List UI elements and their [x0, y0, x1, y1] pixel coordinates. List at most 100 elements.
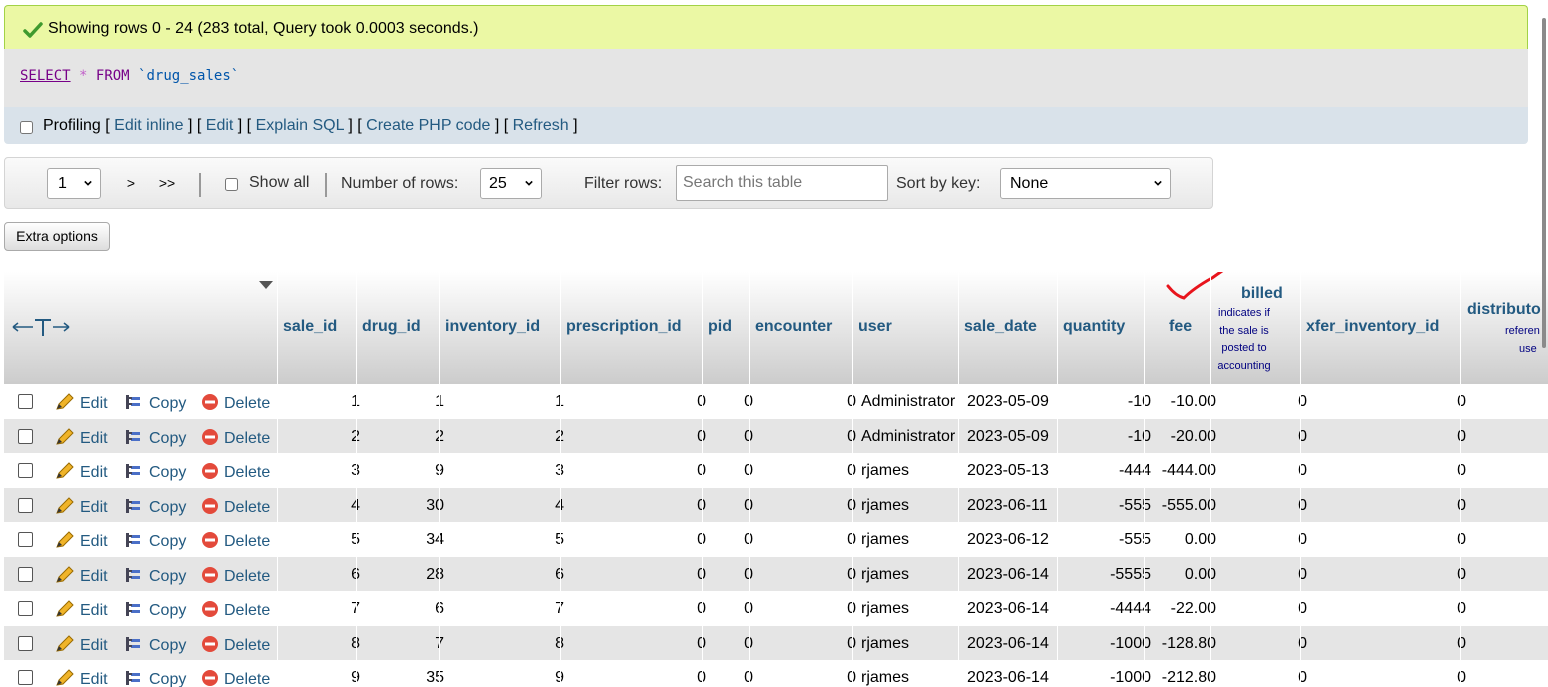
edit-link[interactable]: Edit — [206, 117, 234, 134]
header-drug-id[interactable]: drug_id — [356, 272, 439, 384]
delete-row-button[interactable]: Delete — [201, 566, 270, 586]
cell-sale-date[interactable]: 2023-06-14 — [967, 600, 1049, 618]
header-encounter[interactable]: encounter — [749, 272, 852, 384]
cell-xfer[interactable]: 0 — [1457, 566, 1466, 584]
cell-sale-date[interactable]: 2023-06-11 — [967, 497, 1048, 515]
cell-xfer[interactable]: 0 — [1457, 635, 1466, 653]
delete-row-button[interactable]: Delete — [201, 497, 270, 517]
row-checkbox[interactable] — [18, 601, 33, 616]
column-menu-triangle-icon[interactable] — [258, 280, 274, 290]
scrollbar[interactable] — [1538, 0, 1548, 687]
sql-select-keyword[interactable]: SELECT — [20, 68, 71, 84]
edit-row-button[interactable]: Edit — [55, 393, 108, 413]
edit-row-button[interactable]: Edit — [55, 669, 108, 687]
sql-query[interactable]: SELECT * FROM `drug_sales` — [20, 68, 239, 84]
cell-xfer[interactable]: 0 — [1457, 531, 1466, 549]
copy-row-button[interactable]: Copy — [124, 635, 186, 655]
cell-sale-date[interactable]: 2023-05-09 — [967, 393, 1049, 411]
cell-user[interactable]: rjames — [861, 462, 909, 480]
cell-user[interactable]: rjames — [861, 635, 909, 653]
edit-row-button[interactable]: Edit — [55, 496, 108, 517]
delete-row-button[interactable]: Delete — [201, 635, 270, 655]
cell-quantity[interactable]: -555 — [1119, 531, 1151, 549]
cell-xfer[interactable]: 0 — [1457, 497, 1466, 515]
delete-row-button[interactable]: Delete — [201, 531, 270, 551]
page-select[interactable]: 1 — [47, 168, 101, 199]
copy-row-button[interactable]: Copy — [124, 531, 186, 551]
cell-xfer[interactable]: 0 — [1457, 428, 1466, 446]
column-resize-arrows-icon[interactable] — [11, 317, 71, 337]
cell-fee[interactable]: -444.00 — [1162, 462, 1216, 480]
cell-sale-date[interactable]: 2023-06-12 — [967, 531, 1049, 549]
copy-row-button[interactable]: Copy — [124, 566, 186, 586]
cell-sale-date[interactable]: 2023-06-14 — [967, 566, 1049, 584]
cell-user[interactable]: rjames — [861, 669, 909, 687]
delete-row-button[interactable]: Delete — [201, 393, 270, 413]
cell-fee[interactable]: -212.80 — [1162, 669, 1216, 687]
explain-sql-link[interactable]: Explain SQL — [256, 117, 344, 134]
cell-sale-date[interactable]: 2023-06-14 — [967, 635, 1049, 653]
header-pid[interactable]: pid — [702, 272, 749, 384]
edit-row-button[interactable]: Edit — [55, 634, 108, 655]
cell-xfer[interactable]: 0 — [1457, 462, 1466, 480]
cell-user[interactable]: Administrator — [861, 393, 955, 411]
cell-user[interactable]: rjames — [861, 600, 909, 618]
cell-sale-date[interactable]: 2023-05-09 — [967, 428, 1049, 446]
cell-quantity[interactable]: -444 — [1119, 462, 1151, 480]
header-prescription-id[interactable]: prescription_id — [560, 272, 702, 384]
row-checkbox[interactable] — [18, 428, 33, 444]
cell-quantity[interactable]: -10 — [1128, 428, 1151, 446]
header-inventory-id[interactable]: inventory_id — [439, 272, 560, 384]
last-page-button[interactable]: >> — [150, 168, 184, 206]
cell-xfer[interactable]: 0 — [1457, 393, 1466, 411]
copy-row-button[interactable]: Copy — [124, 462, 186, 482]
row-checkbox[interactable] — [18, 566, 33, 582]
row-checkbox[interactable] — [18, 463, 33, 478]
header-user[interactable]: user — [852, 272, 958, 384]
delete-row-button[interactable]: Delete — [201, 462, 270, 482]
cell-xfer[interactable]: 0 — [1457, 600, 1466, 618]
show-all-checkbox[interactable] — [225, 178, 238, 191]
copy-row-button[interactable]: Copy — [124, 600, 186, 620]
create-php-code-link[interactable]: Create PHP code — [366, 117, 490, 134]
edit-inline-link[interactable]: Edit inline — [114, 117, 183, 134]
edit-row-button[interactable]: Edit — [55, 600, 108, 620]
header-quantity[interactable]: quantity — [1057, 272, 1144, 384]
sort-by-key-select[interactable]: None — [1000, 168, 1171, 199]
scrollbar-thumb[interactable] — [1542, 18, 1546, 348]
copy-row-button[interactable]: Copy — [124, 393, 186, 413]
cell-fee[interactable]: -555.00 — [1162, 497, 1216, 515]
cell-drug-id[interactable]: 35 — [426, 669, 444, 687]
cell-drug-id[interactable]: 30 — [426, 497, 444, 515]
edit-row-button[interactable]: Edit — [55, 531, 108, 551]
delete-row-button[interactable]: Delete — [201, 669, 270, 687]
next-page-button[interactable]: > — [114, 168, 148, 206]
filter-rows-input[interactable]: Search this table — [676, 165, 888, 201]
edit-row-button[interactable]: Edit — [55, 427, 108, 448]
cell-xfer[interactable]: 0 — [1457, 669, 1466, 687]
cell-user[interactable]: rjames — [861, 566, 909, 584]
cell-quantity[interactable]: -555 — [1119, 497, 1151, 515]
profiling-checkbox[interactable] — [20, 121, 33, 134]
cell-quantity[interactable]: -10 — [1128, 393, 1151, 411]
delete-row-button[interactable]: Delete — [201, 428, 270, 448]
header-sale-id[interactable]: sale_id — [277, 272, 356, 384]
edit-row-button[interactable]: Edit — [55, 565, 108, 586]
cell-fee[interactable]: 0.00 — [1185, 531, 1216, 549]
copy-row-button[interactable]: Copy — [124, 669, 186, 687]
row-checkbox[interactable] — [18, 394, 33, 409]
extra-options-button[interactable]: Extra options — [4, 222, 110, 251]
delete-row-button[interactable]: Delete — [201, 600, 270, 620]
row-checkbox[interactable] — [18, 670, 33, 685]
copy-row-button[interactable]: Copy — [124, 497, 186, 517]
cell-drug-id[interactable]: 34 — [426, 531, 444, 549]
refresh-link[interactable]: Refresh — [513, 117, 569, 134]
cell-fee[interactable]: -128.80 — [1162, 635, 1216, 653]
cell-user[interactable]: rjames — [861, 531, 909, 549]
row-checkbox[interactable] — [18, 635, 33, 651]
row-checkbox[interactable] — [18, 532, 33, 547]
header-distributor[interactable]: distributo referen use — [1460, 272, 1548, 384]
cell-fee[interactable]: 0.00 — [1185, 566, 1216, 584]
header-xfer-inventory-id[interactable]: xfer_inventory_id — [1300, 272, 1460, 384]
rows-per-page-select[interactable]: 25 — [480, 168, 542, 199]
